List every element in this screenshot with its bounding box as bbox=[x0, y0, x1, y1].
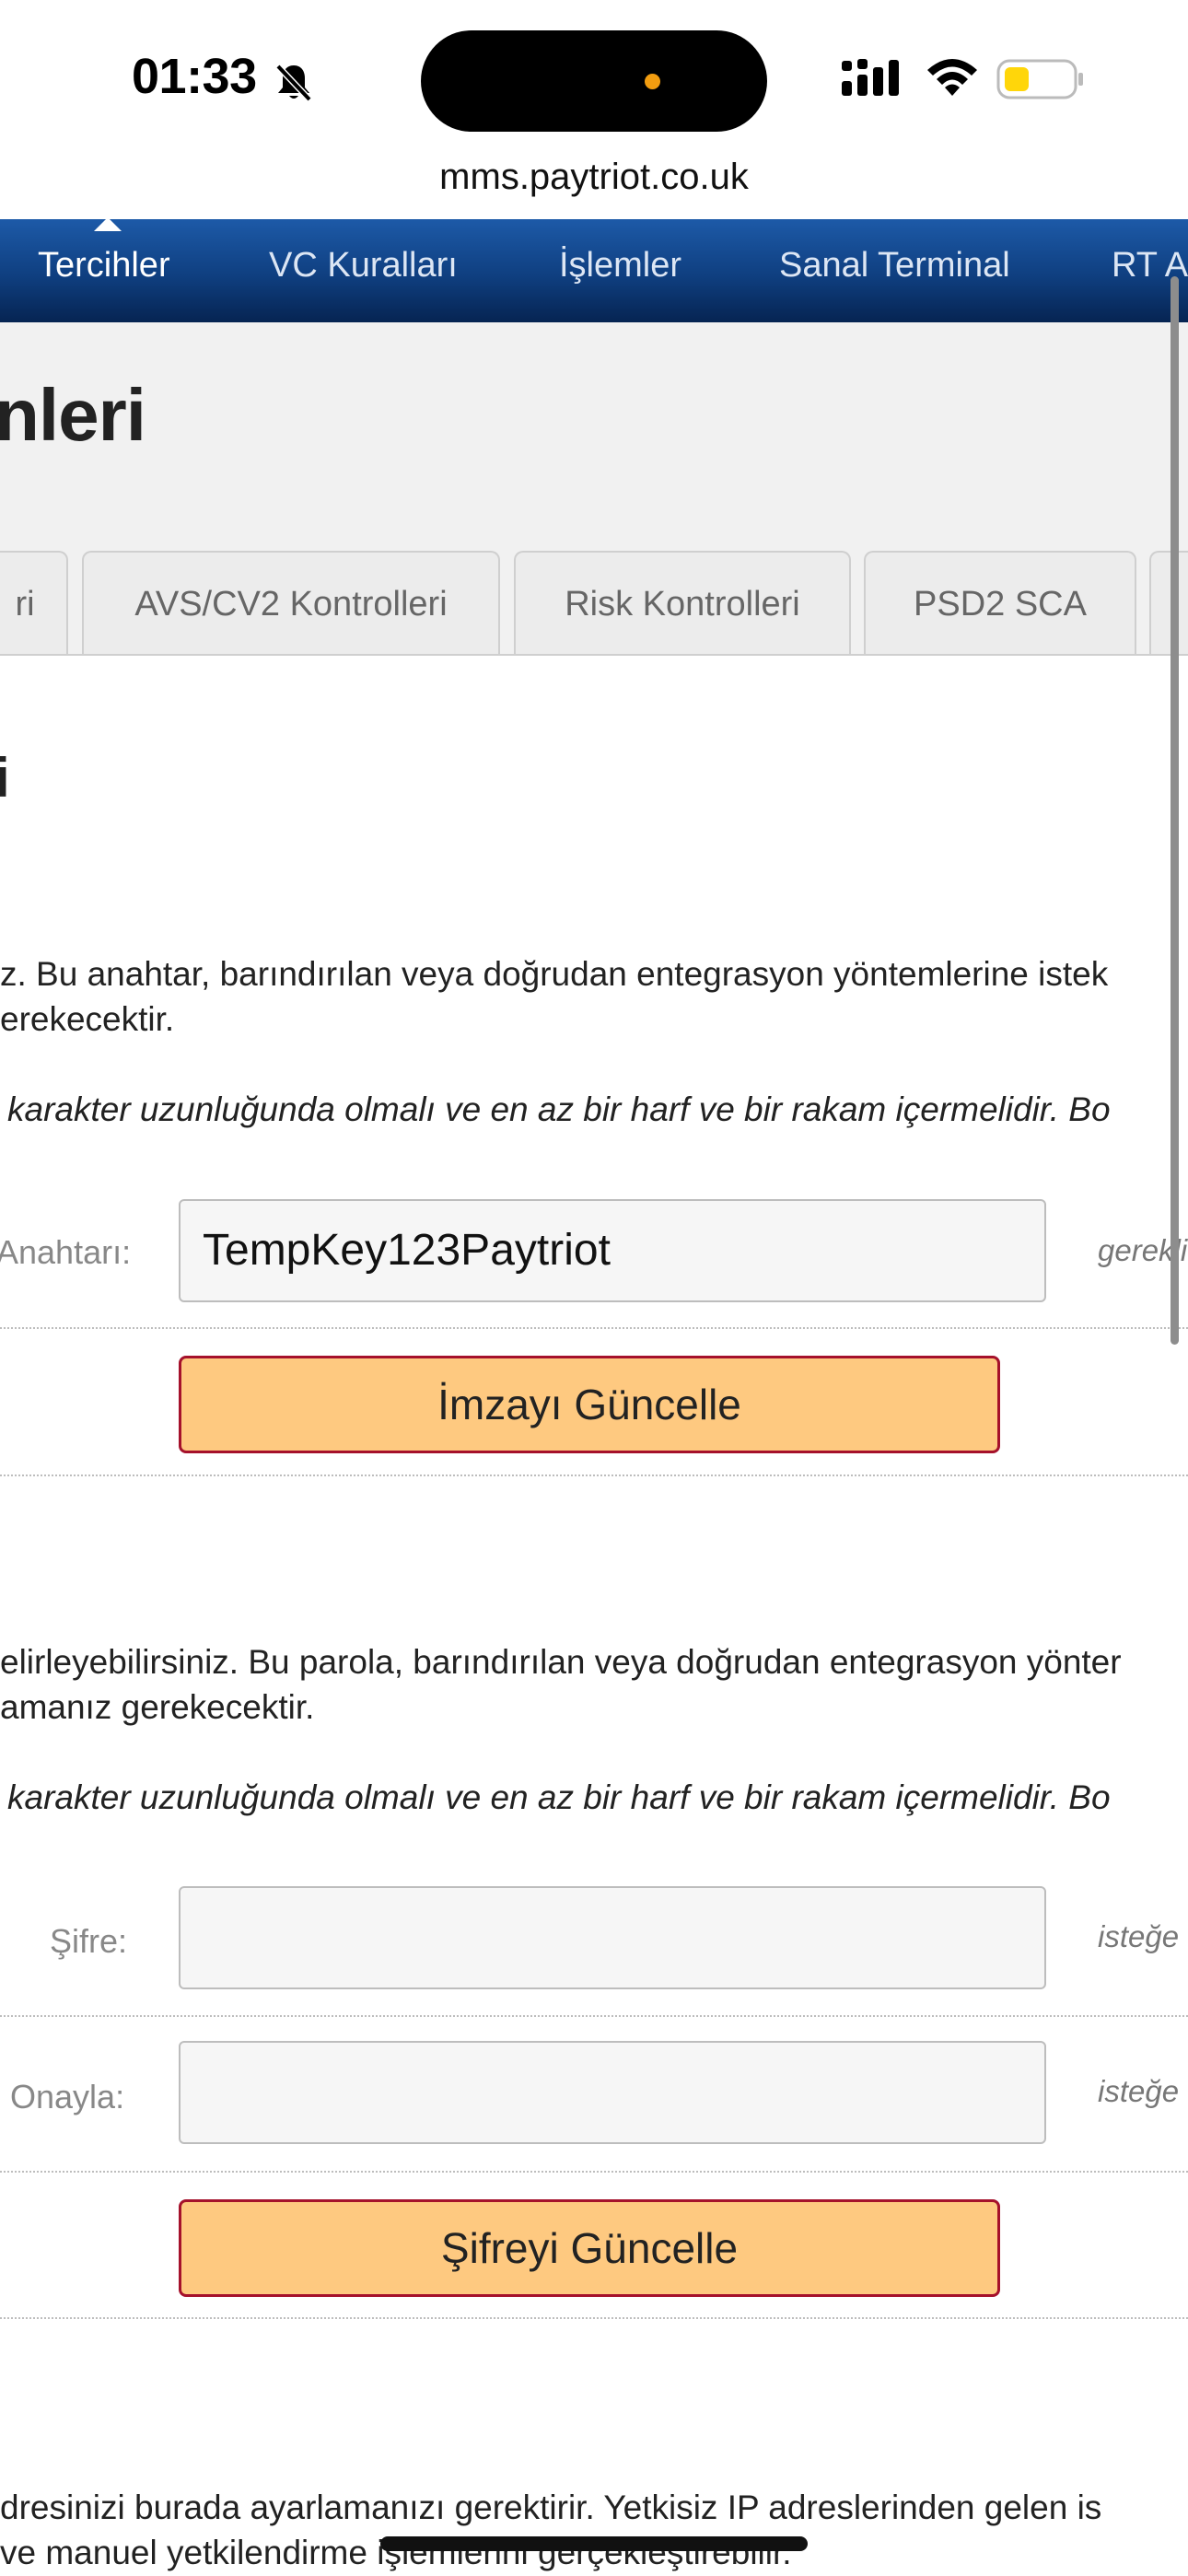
divider bbox=[0, 2015, 1188, 2017]
cellular-signal-icon bbox=[842, 59, 906, 102]
nav-item-transactions[interactable]: İşlemler bbox=[559, 219, 681, 322]
signature-key-label: Anahtarı: bbox=[0, 1233, 132, 1271]
divider bbox=[0, 1327, 1188, 1329]
signature-description-line-2: erekecektir. bbox=[0, 1000, 175, 1038]
tab-avs-cv2[interactable]: AVS/CV2 Kontrolleri bbox=[82, 551, 500, 656]
active-nav-indicator bbox=[94, 217, 122, 231]
password-input[interactable] bbox=[179, 1886, 1046, 1989]
update-signature-button[interactable]: İmzayı Güncelle bbox=[179, 1356, 1000, 1453]
wifi-icon bbox=[925, 57, 980, 102]
signature-description-line-1: z. Bu anahtar, barındırılan veya doğruda… bbox=[0, 955, 1109, 993]
password-optional-hint: isteğe bbox=[1098, 1919, 1180, 1953]
confirm-password-optional-hint: isteğe bbox=[1098, 2074, 1180, 2108]
nav-item-virtual-terminal[interactable]: Sanal Terminal bbox=[779, 219, 1010, 322]
battery-low-icon bbox=[996, 59, 1085, 104]
home-indicator[interactable] bbox=[380, 2536, 808, 2551]
status-time: 01:33 bbox=[132, 49, 257, 104]
ip-description-line-1: dresinizi burada ayarlamanızı gerektirir… bbox=[0, 2489, 1102, 2526]
page-scrollbar[interactable] bbox=[1171, 276, 1179, 1345]
signature-rule: karakter uzunluğunda olmalı ve en az bir… bbox=[7, 1090, 1111, 1128]
signature-key-input[interactable]: TempKey123Paytriot bbox=[179, 1199, 1046, 1302]
tab-psd2-sca[interactable]: PSD2 SCA bbox=[864, 551, 1136, 656]
password-label: Şifre: bbox=[50, 1922, 128, 1960]
tab-risk-controls[interactable]: Risk Kontrolleri bbox=[514, 551, 851, 656]
nav-item-preferences[interactable]: Tercihler bbox=[38, 219, 170, 322]
browser-url[interactable]: mms.paytriot.co.uk bbox=[0, 157, 1188, 198]
password-rule: karakter uzunluğunda olmalı ve en az bir… bbox=[7, 1778, 1111, 1816]
password-description-line-2: amanız gerekecektir. bbox=[0, 1688, 315, 1726]
status-bar: 01:33 bbox=[0, 0, 1188, 157]
update-password-button[interactable]: Şifreyi Güncelle bbox=[179, 2199, 1000, 2297]
section-title: i bbox=[0, 747, 10, 809]
tabs-divider bbox=[0, 654, 1188, 656]
main-nav: Tercihler VC Kuralları İşlemler Sanal Te… bbox=[0, 219, 1188, 322]
divider bbox=[0, 2317, 1188, 2319]
confirm-password-input[interactable] bbox=[179, 2041, 1046, 2144]
divider bbox=[0, 1474, 1188, 1476]
password-description-line-1: elirleyebilirsiniz. Bu parola, barındırı… bbox=[0, 1643, 1122, 1681]
divider bbox=[0, 2171, 1188, 2173]
tab-next[interactable] bbox=[1149, 551, 1188, 656]
page-title: nleri bbox=[0, 374, 146, 456]
bell-muted-icon bbox=[273, 61, 315, 108]
tab-previous[interactable]: ri bbox=[0, 551, 68, 656]
dynamic-island bbox=[421, 30, 767, 132]
confirm-password-label: Onayla: bbox=[10, 2078, 125, 2116]
nav-item-vc-rules[interactable]: VC Kuralları bbox=[269, 219, 458, 322]
